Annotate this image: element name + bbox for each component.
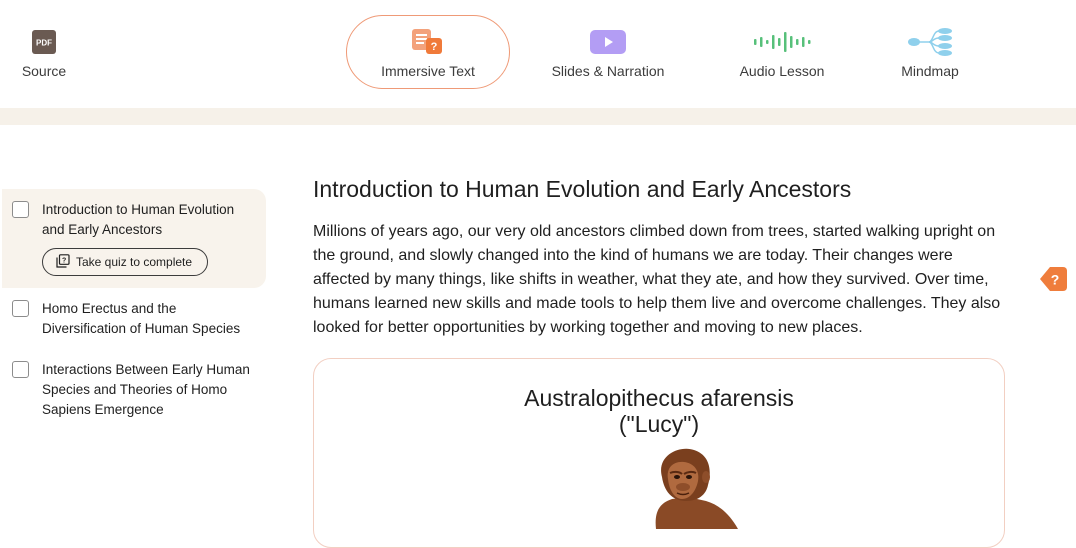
completion-checkbox[interactable] — [12, 300, 29, 317]
lesson-sidebar: Introduction to Human Evolution and Earl… — [0, 189, 266, 430]
sidebar-item-interactions[interactable]: Interactions Between Early Human Species… — [0, 349, 266, 430]
help-button[interactable]: ? — [1036, 264, 1068, 294]
australopithecus-illustration — [648, 447, 748, 534]
lesson-content: Introduction to Human Evolution and Earl… — [313, 173, 1013, 340]
question-icon: ? — [1040, 267, 1067, 291]
tab-mindmap[interactable]: Mindmap — [892, 28, 968, 79]
play-icon — [589, 29, 627, 55]
lesson-paragraph: Millions of years ago, our very old ance… — [313, 223, 1001, 336]
tab-label: Audio Lesson — [739, 63, 825, 79]
completion-checkbox[interactable] — [12, 201, 29, 218]
figure-title: Australopithecus afarensis ("Lucy") — [314, 385, 1004, 437]
lesson-title: Introduction to Human Evolution and Earl… — [313, 176, 852, 202]
tab-slides-narration[interactable]: Slides & Narration — [547, 29, 669, 79]
take-quiz-label: Take quiz to complete — [76, 255, 193, 269]
sidebar-item-introduction[interactable]: Introduction to Human Evolution and Earl… — [2, 189, 266, 288]
mindmap-icon — [907, 28, 953, 56]
audio-wave-icon — [753, 29, 811, 55]
svg-text:?: ? — [431, 41, 438, 53]
tab-immersive-text[interactable]: ? Immersive Text — [346, 15, 510, 89]
completion-checkbox[interactable] — [12, 361, 29, 378]
sidebar-item-homo-erectus[interactable]: Homo Erectus and the Diversification of … — [0, 288, 266, 349]
tab-label: Slides & Narration — [551, 63, 665, 79]
tab-label: Source — [21, 63, 67, 79]
tab-source[interactable]: PDF Source — [14, 29, 74, 79]
pdf-icon: PDF — [32, 29, 56, 55]
take-quiz-button[interactable]: ? Take quiz to complete — [42, 248, 209, 276]
sidebar-item-label: Interactions Between Early Human Species… — [42, 362, 250, 417]
svg-text:?: ? — [1051, 272, 1060, 288]
sidebar-item-label: Introduction to Human Evolution and Earl… — [42, 202, 235, 237]
tab-label: Immersive Text — [381, 63, 475, 79]
tab-label: Mindmap — [901, 63, 959, 79]
immersive-text-icon: ? — [411, 29, 445, 55]
figure-title-line1: Australopithecus afarensis — [524, 385, 794, 411]
figure-title-line2: ("Lucy") — [618, 411, 700, 437]
header-divider-band — [0, 108, 1076, 125]
tab-audio-lesson[interactable]: Audio Lesson — [730, 29, 834, 79]
svg-text:?: ? — [62, 257, 66, 264]
sidebar-item-label: Homo Erectus and the Diversification of … — [42, 301, 241, 336]
quiz-icon: ? — [56, 253, 70, 271]
top-toolbar: PDF Source ? Immersive Text Slides & Nar… — [0, 0, 1076, 108]
svg-text:PDF: PDF — [36, 39, 52, 48]
figure-card: Australopithecus afarensis ("Lucy") — [313, 358, 1005, 548]
